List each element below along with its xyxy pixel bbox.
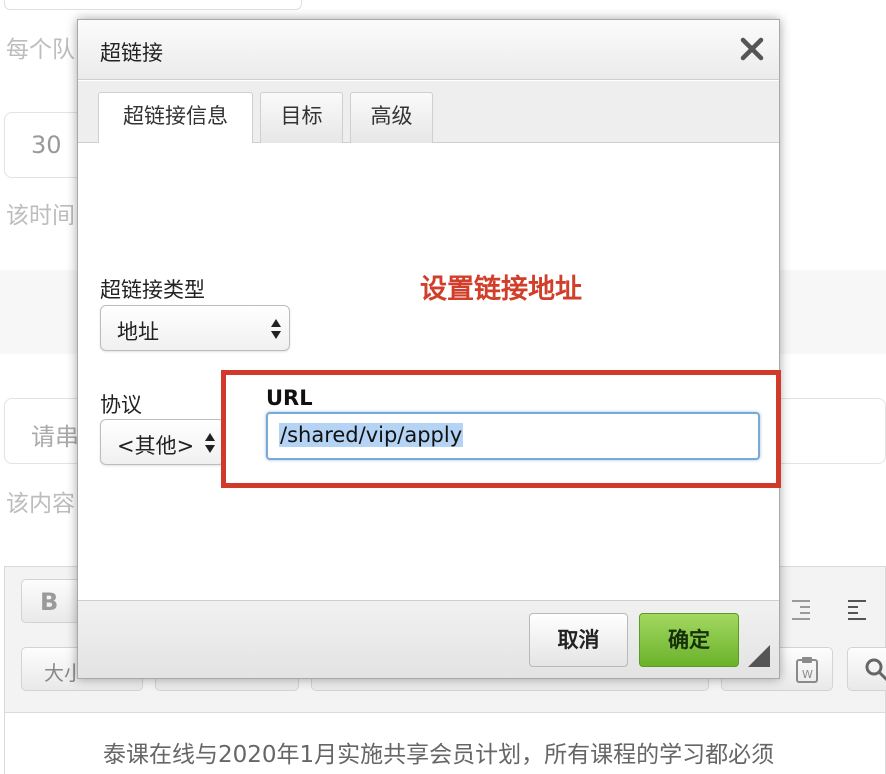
protocol-select[interactable]: <其他> [100, 419, 225, 465]
protocol-value: <其他> [117, 434, 195, 458]
tab-link-info[interactable]: 超链接信息 [98, 92, 253, 145]
protocol-label: 协议 [100, 393, 142, 417]
cancel-button[interactable]: 取消 [529, 613, 628, 667]
field-hint-1: 每个队 [6, 37, 75, 63]
tab-target[interactable]: 目标 [260, 92, 343, 144]
link-type-label: 超链接类型 [100, 278, 205, 302]
outdent-icon[interactable] [789, 597, 813, 621]
svg-text:W: W [802, 668, 813, 681]
field-hint-2: 该时间 [6, 203, 75, 229]
dialog-tabs: 超链接信息 目标 高级 [78, 81, 779, 145]
url-input-value: /shared/vip/apply [279, 423, 464, 447]
url-input[interactable]: /shared/vip/apply [266, 412, 760, 460]
bold-icon: B [40, 588, 59, 616]
select-updown-icon [205, 433, 215, 453]
field-hint-3: 该内容 [6, 491, 75, 517]
resize-handle-icon[interactable] [748, 645, 770, 667]
dialog-footer: 取消 确定 [78, 600, 779, 678]
bold-button[interactable]: B [21, 579, 81, 623]
tab-advanced[interactable]: 高级 [350, 92, 433, 144]
annotation-set-link-address: 设置链接地址 [420, 274, 582, 305]
ok-button[interactable]: 确定 [639, 613, 739, 667]
paste-word-icon[interactable]: W [794, 656, 820, 684]
dialog-title-bar[interactable]: 超链接 [78, 20, 779, 80]
hyperlink-dialog: 超链接 超链接信息 目标 高级 超链接类型 设置链接地址 地址 协议 <其他> … [77, 19, 781, 679]
link-type-select[interactable]: 地址 [100, 305, 290, 351]
number-input-value: 30 [31, 131, 62, 159]
search-button[interactable] [847, 647, 886, 691]
tab-panel-link-info: 超链接类型 设置链接地址 地址 协议 <其他> URL /shared/vip/… [78, 143, 781, 600]
search-icon [865, 658, 886, 682]
link-type-value: 地址 [117, 320, 159, 344]
dialog-title: 超链接 [100, 41, 163, 65]
top-input-field[interactable] [4, 0, 302, 10]
url-label: URL [266, 386, 313, 410]
select-updown-icon [271, 319, 281, 339]
indent-icon[interactable] [845, 597, 869, 621]
indent-group [775, 579, 885, 623]
text-input-placeholder: 请串 [31, 423, 79, 451]
editor-content-text[interactable]: 泰课在线与2020年1月实施共享会员计划，所有课程的学习都必须 [103, 735, 774, 769]
close-icon[interactable] [738, 35, 766, 63]
